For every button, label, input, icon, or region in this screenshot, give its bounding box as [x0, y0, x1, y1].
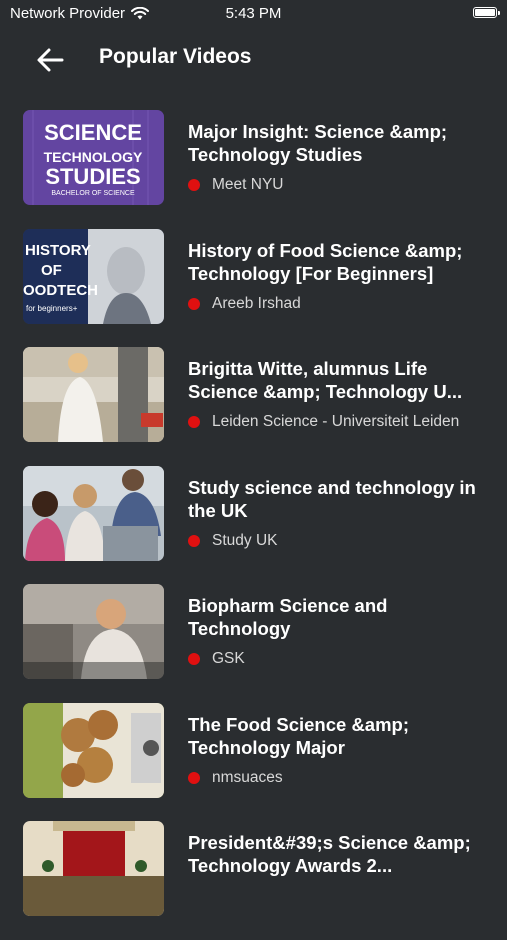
channel-name: nmsuaces — [212, 768, 283, 786]
video-thumbnail[interactable] — [23, 465, 164, 561]
live-dot-icon — [188, 653, 200, 665]
live-dot-icon — [188, 179, 200, 191]
video-title: Brigitta Witte, alumnus Life Science &am… — [188, 358, 463, 402]
channel: Study UK — [188, 532, 277, 550]
thumb-text-3: OODTECH — [23, 282, 98, 299]
status-bar: Network Provider 5:43 PM — [0, 0, 507, 28]
channel-name: Areeb Irshad — [212, 294, 301, 312]
thumb-text-3: STUDIES — [45, 164, 140, 189]
live-dot-icon — [188, 297, 200, 310]
video-title: Study science and technology in the UK — [188, 476, 476, 521]
video-item[interactable]: HISTORY OF OODTECH for beginners+ Histor… — [0, 228, 507, 348]
video-title: Biopharm Science and Technology — [188, 595, 388, 639]
channel-name: Leiden Science - Universiteit Leiden — [212, 413, 460, 430]
video-thumbnail[interactable] — [23, 347, 164, 442]
arrow-left-icon — [37, 48, 64, 72]
video-item[interactable]: Biopharm Science and Technology GSK — [0, 584, 507, 703]
thumb-text-1: HISTORY — [25, 242, 91, 259]
header: Popular Videos — [0, 30, 507, 88]
status-time: 5:43 PM — [225, 5, 282, 22]
channel: Meet NYU — [188, 176, 284, 194]
live-dot-icon — [188, 771, 200, 784]
channel: GSK — [188, 650, 245, 668]
battery-icon — [473, 7, 500, 18]
video-title: History of Food Science &amp; Technology… — [188, 239, 463, 284]
video-title: President&#39;s Science &amp; Technology… — [188, 832, 471, 876]
channel: Areeb Irshad — [188, 295, 301, 313]
channel: nmsuaces — [188, 769, 283, 787]
channel-name: Meet NYU — [212, 176, 284, 193]
video-title: Major Insight: Science &amp; Technology … — [188, 121, 448, 165]
video-title: The Food Science &amp; Technology Major — [188, 713, 410, 758]
video-list: SCIENCE TECHNOLOGY STUDIES BACHELOR OF S… — [0, 110, 507, 940]
thumb-text-1: SCIENCE — [44, 120, 142, 145]
channel-name: GSK — [212, 650, 245, 667]
channel-name: Study UK — [212, 531, 278, 549]
video-item[interactable]: Brigitta Witte, alumnus Life Science &am… — [0, 347, 507, 466]
video-item[interactable]: President&#39;s Science &amp; Technology… — [0, 821, 507, 940]
back-button[interactable] — [30, 40, 70, 80]
thumb-text-4: BACHELOR OF SCIENCE — [51, 190, 135, 197]
page-title: Popular Videos — [99, 45, 252, 68]
video-thumbnail[interactable] — [23, 821, 164, 916]
video-thumbnail[interactable]: SCIENCE TECHNOLOGY STUDIES BACHELOR OF S… — [23, 110, 164, 205]
video-thumbnail[interactable] — [23, 702, 164, 798]
video-item[interactable]: Study science and technology in the UK S… — [0, 465, 507, 585]
video-item[interactable]: The Food Science &amp; Technology Major … — [0, 702, 507, 822]
live-dot-icon — [188, 416, 200, 428]
video-item[interactable]: SCIENCE TECHNOLOGY STUDIES BACHELOR OF S… — [0, 110, 507, 229]
video-thumbnail[interactable]: HISTORY OF OODTECH for beginners+ — [23, 228, 164, 324]
channel: Leiden Science - Universiteit Leiden — [188, 413, 459, 431]
video-thumbnail[interactable] — [23, 584, 164, 679]
thumb-text-2: TECHNOLOGY — [44, 149, 143, 165]
thumb-text-4: for beginners+ — [26, 304, 78, 313]
thumb-text-2: OF — [41, 262, 62, 279]
live-dot-icon — [188, 534, 200, 547]
